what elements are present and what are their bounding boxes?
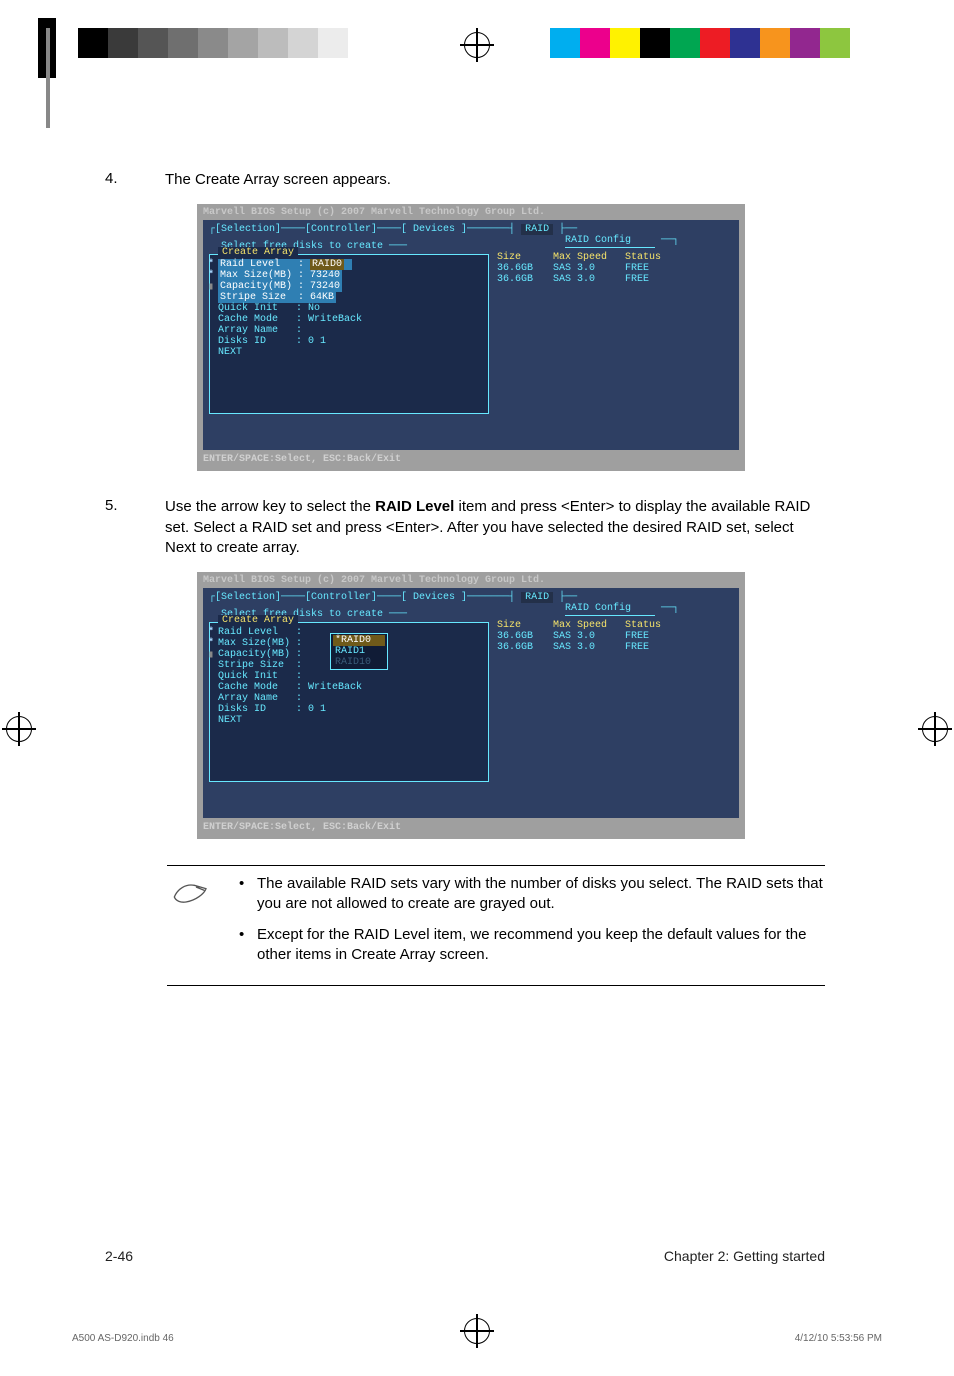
printer-footer: A500 AS-D920.indb 46 4/12/10 5:53:56 PM bbox=[72, 1333, 882, 1344]
bios-left-panel: Select free disks to create ─── Create A… bbox=[209, 603, 489, 782]
note-item: Except for the RAID Level item, we recom… bbox=[257, 925, 825, 966]
bios-body: ┌[Selection]────[Controller]────[ Device… bbox=[203, 220, 739, 450]
source-file: A500 AS-D920.indb 46 bbox=[72, 1333, 174, 1344]
note-item: The available RAID sets vary with the nu… bbox=[257, 874, 825, 915]
table-row[interactable]: 36.6GBSAS 3.0FREE bbox=[497, 642, 719, 653]
bios-tabs-text: ┌[Selection]────[Controller]────[ Device… bbox=[209, 592, 515, 603]
field-disks-id: Disks ID : 0 1 bbox=[218, 336, 482, 347]
step-5: 5. Use the arrow key to select the RAID … bbox=[105, 497, 825, 558]
crosshair-icon bbox=[922, 716, 948, 742]
page-footer: 2-46 Chapter 2: Getting started bbox=[105, 1248, 825, 1264]
field-raid-level[interactable]: Raid Level : bbox=[218, 627, 302, 638]
field-max-size[interactable]: Max Size(MB) : 73240 bbox=[218, 270, 342, 281]
field-raid-level[interactable]: Raid Level : RAID0 bbox=[218, 259, 352, 270]
field-quick-init[interactable]: Quick Init : bbox=[218, 671, 482, 682]
bios-title: Marvell BIOS Setup (c) 2007 Marvell Tech… bbox=[197, 572, 745, 586]
create-array-box: Create Array *Raid Level : *Max Size(MB)… bbox=[209, 622, 489, 782]
crosshair-icon bbox=[6, 716, 32, 742]
field-array-name[interactable]: Array Name : bbox=[218, 325, 482, 336]
bios-right-panel: RAID Config ──┐ SizeMax SpeedStatus 36.6… bbox=[489, 603, 719, 782]
raid-config-label: RAID Config bbox=[565, 235, 655, 248]
tab-raid: RAID bbox=[521, 592, 553, 603]
disk-table: SizeMax SpeedStatus 36.6GBSAS 3.0FREE 36… bbox=[497, 620, 719, 653]
field-capacity[interactable]: Capacity(MB) : 73240 bbox=[218, 281, 342, 292]
print-timestamp: 4/12/10 5:53:56 PM bbox=[795, 1333, 882, 1344]
bios-screenshot-2: Marvell BIOS Setup (c) 2007 Marvell Tech… bbox=[197, 572, 745, 839]
reg-color-swatches bbox=[550, 28, 850, 58]
bios-tabs: ┌[Selection]────[Controller]────[ Device… bbox=[209, 224, 733, 235]
field-array-name[interactable]: Array Name : bbox=[218, 693, 482, 704]
bios-title: Marvell BIOS Setup (c) 2007 Marvell Tech… bbox=[197, 204, 745, 218]
field-max-size[interactable]: Max Size(MB) : bbox=[218, 638, 302, 649]
bios-body: ┌[Selection]────[Controller]────[ Device… bbox=[203, 588, 739, 818]
create-array-title: Create Array bbox=[218, 247, 298, 258]
reg-grey-swatches bbox=[78, 28, 348, 58]
bios-footer-help: ENTER/SPACE:Select, ESC:Back/Exit bbox=[197, 818, 745, 839]
bios-left-panel: Select free disks to create ─── Create A… bbox=[209, 235, 489, 414]
create-array-box: Create Array *Raid Level : RAID0 *Max Si… bbox=[209, 254, 489, 414]
table-row[interactable]: 36.6GBSAS 3.0FREE bbox=[497, 263, 719, 274]
field-cache-mode[interactable]: Cache Mode : WriteBack bbox=[218, 682, 482, 693]
table-row[interactable]: 36.6GBSAS 3.0FREE bbox=[497, 631, 719, 642]
field-cache-mode[interactable]: Cache Mode : WriteBack bbox=[218, 314, 482, 325]
note-body: The available RAID sets vary with the nu… bbox=[237, 874, 825, 975]
page-content: 4. The Create Array screen appears. Marv… bbox=[105, 170, 825, 986]
field-quick-init[interactable]: Quick Init : No bbox=[218, 303, 482, 314]
step-4: 4. The Create Array screen appears. bbox=[105, 170, 825, 190]
bios-screenshot-1: Marvell BIOS Setup (c) 2007 Marvell Tech… bbox=[197, 204, 745, 471]
table-row[interactable]: 36.6GBSAS 3.0FREE bbox=[497, 274, 719, 285]
step-number: 5. bbox=[105, 497, 165, 558]
crosshair-icon bbox=[464, 32, 490, 58]
field-next[interactable]: NEXT bbox=[218, 715, 482, 726]
create-array-title: Create Array bbox=[218, 615, 298, 626]
raid-config-label: RAID Config bbox=[565, 603, 655, 616]
dropdown-option-raid0[interactable]: *RAID0 bbox=[333, 635, 385, 646]
note-hand-icon bbox=[167, 874, 237, 975]
reg-grey-tick bbox=[46, 28, 50, 128]
disk-table: SizeMax SpeedStatus 36.6GBSAS 3.0FREE 36… bbox=[497, 252, 719, 285]
tab-raid: RAID bbox=[521, 224, 553, 235]
note-box: The available RAID sets vary with the nu… bbox=[167, 865, 825, 986]
bios-right-panel: RAID Config ──┐ SizeMax SpeedStatus 36.6… bbox=[489, 235, 719, 414]
bios-tabs: ┌[Selection]────[Controller]────[ Device… bbox=[209, 592, 733, 603]
raid-level-dropdown[interactable]: *RAID0 RAID1 RAID10 bbox=[330, 633, 388, 670]
bios-footer-help: ENTER/SPACE:Select, ESC:Back/Exit bbox=[197, 450, 745, 471]
field-disks-id: Disks ID : 0 1 bbox=[218, 704, 482, 715]
field-next[interactable]: NEXT bbox=[218, 347, 482, 358]
step-text: The Create Array screen appears. bbox=[165, 170, 825, 190]
dropdown-option-raid10: RAID10 bbox=[333, 657, 385, 668]
field-capacity[interactable]: Capacity(MB) : bbox=[218, 649, 302, 660]
page-number: 2-46 bbox=[105, 1248, 133, 1264]
step-text: Use the arrow key to select the RAID Lev… bbox=[165, 497, 825, 558]
chapter-title: Chapter 2: Getting started bbox=[664, 1248, 825, 1264]
bios-tabs-text: ┌[Selection]────[Controller]────[ Device… bbox=[209, 224, 515, 235]
field-stripe-size[interactable]: Stripe Size : 64KB bbox=[218, 292, 336, 303]
step-number: 4. bbox=[105, 170, 165, 190]
dropdown-option-raid1[interactable]: RAID1 bbox=[333, 646, 385, 657]
